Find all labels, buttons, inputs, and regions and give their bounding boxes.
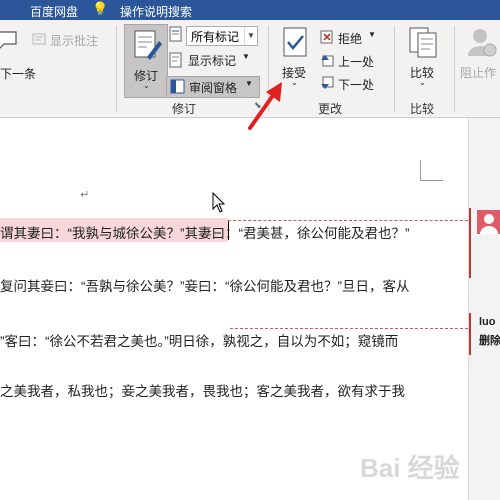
- markup-pane: luo 删除: [468, 118, 500, 500]
- document-line-2[interactable]: 复问其妾曰：“吾孰与徐公美？”妾曰：“徐公何能及君也？”旦日，客从: [0, 275, 409, 295]
- chevron-down-icon: ⌄: [419, 78, 426, 87]
- markup-display-icon: [168, 26, 184, 42]
- next-change-icon: [321, 76, 334, 89]
- lightbulb-icon: 💡: [92, 1, 109, 16]
- chevron-down-icon: ▼: [368, 30, 376, 39]
- show-comments-button[interactable]: 显示批注: [50, 32, 98, 49]
- markup-select-value: 所有标记: [191, 30, 240, 44]
- tracking-group-label: 修订: [172, 102, 197, 116]
- comment-icon[interactable]: [0, 28, 24, 52]
- show-markup-button[interactable]: 显示标记: [188, 52, 236, 69]
- reject-button[interactable]: 拒绝: [338, 30, 362, 47]
- block-authors-button[interactable]: 阻止作: [460, 26, 500, 94]
- user-lock-icon: [468, 29, 497, 57]
- review-pane-label: 审阅窗格: [189, 81, 238, 95]
- page-corner-mark: [420, 160, 443, 181]
- group-divider: [454, 26, 455, 112]
- mouse-pointer-icon: [212, 192, 226, 213]
- comment-accent-bar: [469, 208, 471, 278]
- chevron-down-icon: ▼: [244, 27, 257, 45]
- avatar: [477, 210, 500, 234]
- reject-icon: [320, 30, 333, 44]
- annotation-arrow-icon: [248, 82, 282, 130]
- document-line-3[interactable]: ”客曰：“徐公不若君之美也。”明日徐，孰视之，自以为不如；窥镜而: [0, 330, 398, 350]
- markup-select[interactable]: 所有标记 ▼: [186, 26, 258, 46]
- previous-change-button[interactable]: 上一处: [338, 53, 374, 70]
- comment-connector-line: [230, 328, 468, 329]
- tell-me-search[interactable]: 操作说明搜索: [120, 3, 192, 20]
- track-changes-icon: [134, 30, 162, 60]
- compare-icon: [409, 27, 437, 58]
- document-line-4[interactable]: 之美我者，私我也；妾之美我者，畏我也；客之美我者，欲有求于我: [0, 380, 405, 400]
- chevron-down-icon: ⌄: [291, 78, 298, 87]
- paragraph-mark: ↵: [80, 189, 90, 201]
- change-action: 删除: [479, 335, 500, 347]
- document-line-1[interactable]: 谓其妻曰：“我孰与城徐公美？”其妻曰：“君美甚，徐公何能及君也？”: [0, 222, 409, 242]
- block-authors-label: 阻止作: [460, 66, 497, 80]
- app-title: 百度网盘: [30, 5, 79, 19]
- next-change-button[interactable]: 下一处: [338, 76, 374, 93]
- track-changes-button[interactable]: 修订 ⌄: [124, 24, 168, 98]
- show-comments-icon: [32, 32, 46, 46]
- compare-group-label: 比较: [410, 102, 435, 116]
- review-pane-icon: [170, 79, 185, 94]
- group-divider: [394, 26, 395, 112]
- previous-change-icon: [321, 55, 334, 67]
- chevron-down-icon: ▼: [242, 52, 250, 61]
- change-accent-bar: [469, 313, 471, 355]
- show-markup-icon: [168, 52, 184, 68]
- watermark: Bai 经验: [360, 453, 460, 483]
- chevron-down-icon: ⌄: [143, 81, 150, 90]
- compare-button[interactable]: 比较 ⌄: [404, 26, 444, 94]
- accept-icon: [283, 27, 307, 57]
- group-divider: [116, 26, 117, 112]
- document-page[interactable]: ↵ 谓其妻曰：“我孰与城徐公美？”其妻曰：“君美甚，徐公何能及君也？” 复问其妾…: [0, 118, 468, 500]
- comment-author: luo: [479, 316, 496, 328]
- next-comment-button[interactable]: 下一条: [0, 65, 36, 82]
- changes-group-label: 更改: [318, 102, 343, 116]
- title-bar: 百度网盘 💡 操作说明搜索: [0, 0, 500, 20]
- comment-connector-line: [228, 220, 468, 221]
